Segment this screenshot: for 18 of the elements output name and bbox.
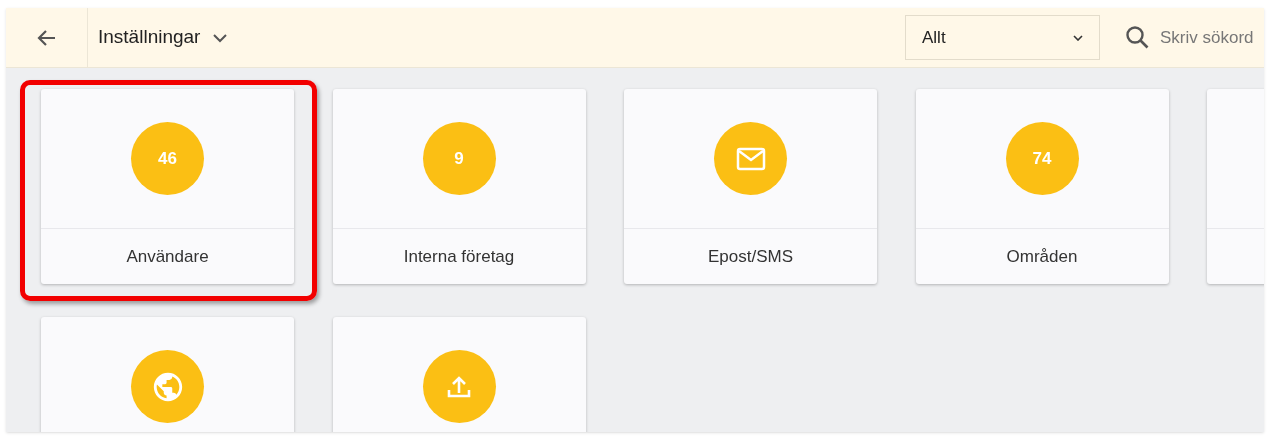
count-badge: 9 [422, 122, 496, 195]
settings-card[interactable]: Epost/SMS [624, 89, 877, 284]
search-field[interactable]: Skriv sökord [1160, 22, 1264, 54]
card-label: Epost/SMS [707, 245, 793, 268]
search-icon [1124, 24, 1151, 51]
count-badge: 74 [1005, 122, 1079, 195]
envelope-icon [735, 146, 766, 171]
chevron-down-icon [212, 32, 229, 43]
card-label: Användare [126, 245, 209, 268]
card-label: Interna företag [403, 245, 515, 268]
settings-card[interactable]: 74 Områden [915, 89, 1169, 284]
settings-card[interactable]: 9 Interna företag [332, 89, 586, 284]
settings-card[interactable]: 46 Användare [41, 89, 294, 284]
filter-select[interactable]: Allt [905, 15, 1100, 60]
chevron-down-icon [1073, 34, 1083, 41]
title-dropdown[interactable]: Inställningar [98, 23, 229, 52]
card-label: Områden [1006, 245, 1078, 268]
count-badge: 46 [131, 122, 204, 195]
